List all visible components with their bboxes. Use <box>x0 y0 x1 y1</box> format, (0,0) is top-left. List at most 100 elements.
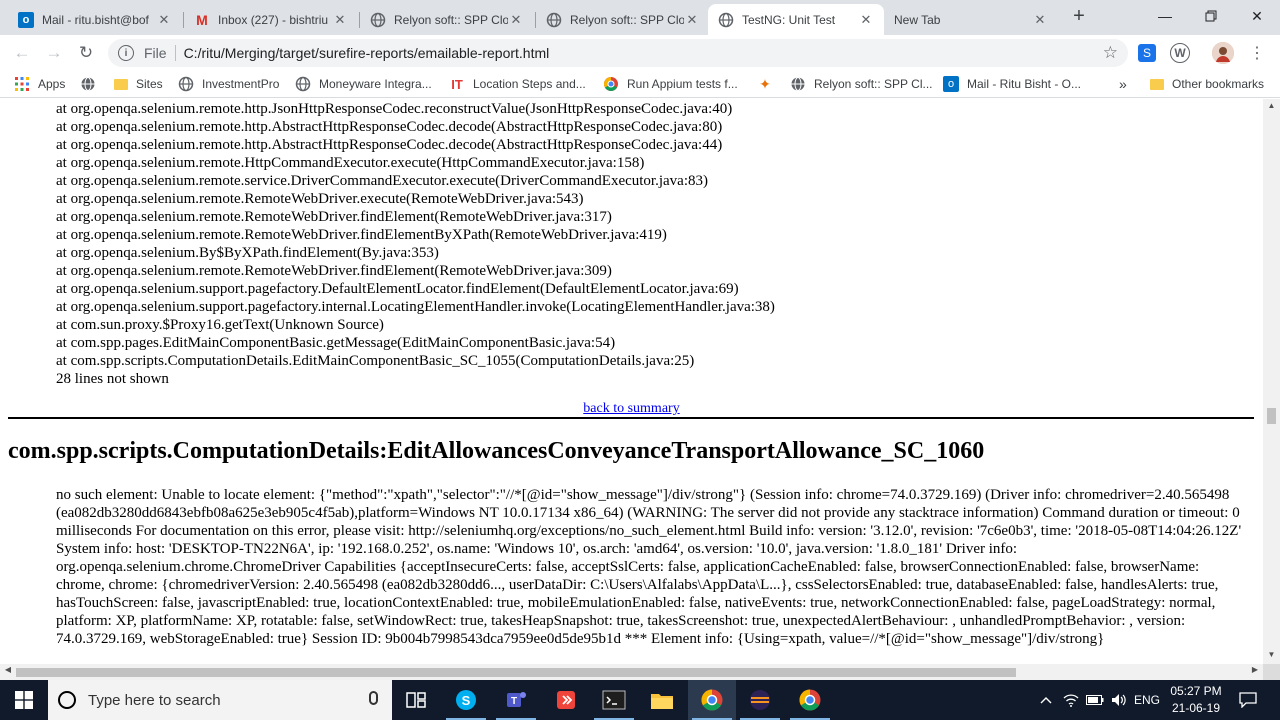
taskbar-clock[interactable]: 05:27 PM 21-06-19 <box>1160 683 1232 717</box>
bookmark-investmentpro[interactable]: InvestmentPro <box>178 75 279 93</box>
bookmark-run-appium[interactable]: Run Appium tests f... <box>603 75 738 93</box>
forward-arrow-icon[interactable]: → <box>42 41 66 65</box>
globe-icon <box>295 76 311 92</box>
address-separator <box>174 45 176 61</box>
bookmark-sites-folder[interactable]: Sites <box>114 75 163 93</box>
bookmark-globe[interactable] <box>80 75 104 93</box>
tab-mail-outlook[interactable]: o Mail - ritu.bisht@bof ✕ <box>8 4 182 35</box>
restore-icon[interactable] <box>1188 0 1234 32</box>
bookmark-relyon[interactable]: Relyon soft:: SPP Cl... <box>790 75 933 93</box>
browser-toolbar: ← → ↻ i File C:/ritu/Merging/target/sure… <box>0 35 1280 71</box>
back-to-summary-link[interactable]: back to summary <box>583 401 679 416</box>
close-tab-icon[interactable]: ✕ <box>684 12 700 28</box>
close-window-icon[interactable]: ✕ <box>1234 0 1280 32</box>
trace-line: at org.openqa.selenium.remote.http.JsonH… <box>56 101 733 117</box>
back-to-summary-wrap: back to summary <box>0 401 1263 417</box>
close-tab-icon[interactable]: ✕ <box>508 12 524 28</box>
trace-line: at org.openqa.selenium.remote.HttpComman… <box>56 155 645 171</box>
clock-time: 05:27 PM <box>1170 684 1222 698</box>
trace-line: at com.sun.proxy.$Proxy16.getText(Unknow… <box>56 317 384 333</box>
tab-title: Relyon soft:: SPP Clo <box>570 12 684 27</box>
bookmark-star-icon[interactable]: ☆ <box>1103 43 1118 63</box>
skype-icon[interactable]: S <box>442 680 490 720</box>
gmail-icon: M <box>196 11 208 28</box>
bookmark-location-steps[interactable]: IT Location Steps and... <box>449 75 586 93</box>
extension-w-icon[interactable]: W <box>1170 43 1190 63</box>
stack-trace: at org.openqa.selenium.remote.http.JsonH… <box>56 100 1256 388</box>
taskbar-search-box[interactable]: Type here to search <box>48 680 392 720</box>
horizontal-scroll-thumb[interactable] <box>16 668 1016 677</box>
bookmark-leaf[interactable]: ✦ <box>757 75 781 93</box>
scroll-down-arrow-icon[interactable]: ▼ <box>1263 650 1280 662</box>
menu-dots-icon[interactable]: ⋮ <box>1246 42 1268 64</box>
tab-title: TestNG: Unit Test <box>742 12 836 27</box>
chrome-taskbar-icon[interactable] <box>688 680 736 720</box>
trace-line: at org.openqa.selenium.remote.service.Dr… <box>56 173 708 189</box>
bookmark-apps[interactable]: Apps <box>14 75 65 93</box>
tab-relyon-1[interactable]: Relyon soft:: SPP Clo ✕ <box>360 4 534 35</box>
svg-text:S: S <box>462 693 471 708</box>
bookmark-mail-outlook[interactable]: o Mail - Ritu Bisht - O... <box>943 75 1081 93</box>
back-arrow-icon[interactable]: ← <box>10 41 34 65</box>
trace-line: at org.openqa.selenium.remote.RemoteWebD… <box>56 191 584 207</box>
scroll-left-arrow-icon[interactable]: ◀ <box>1 665 15 674</box>
folder-icon <box>1150 78 1164 90</box>
divider <box>8 417 1254 419</box>
trace-line: at org.openqa.selenium.support.pagefacto… <box>56 299 775 315</box>
chrome-taskbar-icon-2[interactable] <box>786 680 834 720</box>
language-indicator[interactable]: ENG <box>1132 680 1162 720</box>
anydesk-icon[interactable] <box>542 680 590 720</box>
command-prompt-icon[interactable] <box>590 680 638 720</box>
bookmarks-bar: Apps Sites InvestmentPro Moneyware Integ… <box>0 71 1280 98</box>
close-tab-icon[interactable]: ✕ <box>332 12 348 28</box>
info-icon[interactable]: i <box>118 45 134 61</box>
teams-icon[interactable]: T <box>492 680 540 720</box>
windows-start-icon[interactable] <box>0 680 48 720</box>
tab-title: Inbox (227) - bishtriu <box>218 12 329 27</box>
show-hidden-icons-chevron-icon[interactable] <box>1036 680 1056 720</box>
other-bookmarks[interactable]: Other bookmarks <box>1150 75 1264 93</box>
profile-avatar[interactable] <box>1212 42 1234 64</box>
trace-line: at com.spp.scripts.ComputationDetails.Ed… <box>56 353 695 369</box>
new-tab-button[interactable]: + <box>1068 6 1090 28</box>
lines-not-shown: 28 lines not shown <box>56 371 169 387</box>
minimize-icon[interactable]: — <box>1142 0 1188 32</box>
action-center-icon[interactable] <box>1236 680 1260 720</box>
close-tab-icon[interactable]: ✕ <box>156 12 172 28</box>
close-tab-icon[interactable]: ✕ <box>1032 12 1048 28</box>
scroll-up-arrow-icon[interactable]: ▲ <box>1263 101 1280 113</box>
search-placeholder: Type here to search <box>88 691 221 709</box>
microphone-icon[interactable] <box>369 691 378 705</box>
trace-line: at org.openqa.selenium.remote.http.Abstr… <box>56 137 723 153</box>
tab-relyon-2[interactable]: Relyon soft:: SPP Clo ✕ <box>536 4 710 35</box>
tab-new-tab[interactable]: New Tab ✕ <box>884 4 1058 35</box>
trace-line: at com.spp.pages.EditMainComponentBasic.… <box>56 335 616 351</box>
tab-title: New Tab <box>894 12 941 27</box>
tab-title: Relyon soft:: SPP Clo <box>394 12 508 27</box>
bookmark-moneyware[interactable]: Moneyware Integra... <box>295 75 432 93</box>
test-method-heading: com.spp.scripts.ComputationDetails:EditA… <box>8 438 985 464</box>
windows-taskbar: Type here to search S T ENG 05:27 PM 21-… <box>0 680 1280 720</box>
wifi-icon[interactable] <box>1060 680 1082 720</box>
vertical-scrollbar[interactable]: ▲ ▼ <box>1263 99 1280 664</box>
bookmark-label: InvestmentPro <box>202 77 280 91</box>
cortana-icon <box>58 691 76 709</box>
tab-gmail[interactable]: M Inbox (227) - bishtriu ✕ <box>184 4 358 35</box>
scroll-right-arrow-icon[interactable]: ▶ <box>1248 665 1262 674</box>
close-tab-icon[interactable]: ✕ <box>858 12 874 28</box>
task-view-icon[interactable] <box>392 680 440 720</box>
trace-line: at org.openqa.selenium.remote.http.Abstr… <box>56 119 723 135</box>
url-text[interactable]: C:/ritu/Merging/target/surefire-reports/… <box>184 45 550 61</box>
eclipse-icon[interactable] <box>736 680 784 720</box>
bookmarks-overflow-icon[interactable]: » <box>1119 75 1127 93</box>
tab-testng-active[interactable]: TestNG: Unit Test ✕ <box>708 4 884 35</box>
address-bar[interactable]: i File C:/ritu/Merging/target/surefire-r… <box>108 39 1128 67</box>
vertical-scroll-thumb[interactable] <box>1267 408 1276 424</box>
horizontal-scrollbar[interactable]: ◀ ▶ <box>0 664 1263 680</box>
battery-icon[interactable] <box>1084 680 1106 720</box>
globe-icon <box>718 12 734 28</box>
volume-icon[interactable] <box>1108 680 1130 720</box>
file-explorer-icon[interactable] <box>638 680 686 720</box>
extension-screen-icon[interactable]: S <box>1138 44 1156 62</box>
reload-icon[interactable]: ↻ <box>74 41 98 65</box>
